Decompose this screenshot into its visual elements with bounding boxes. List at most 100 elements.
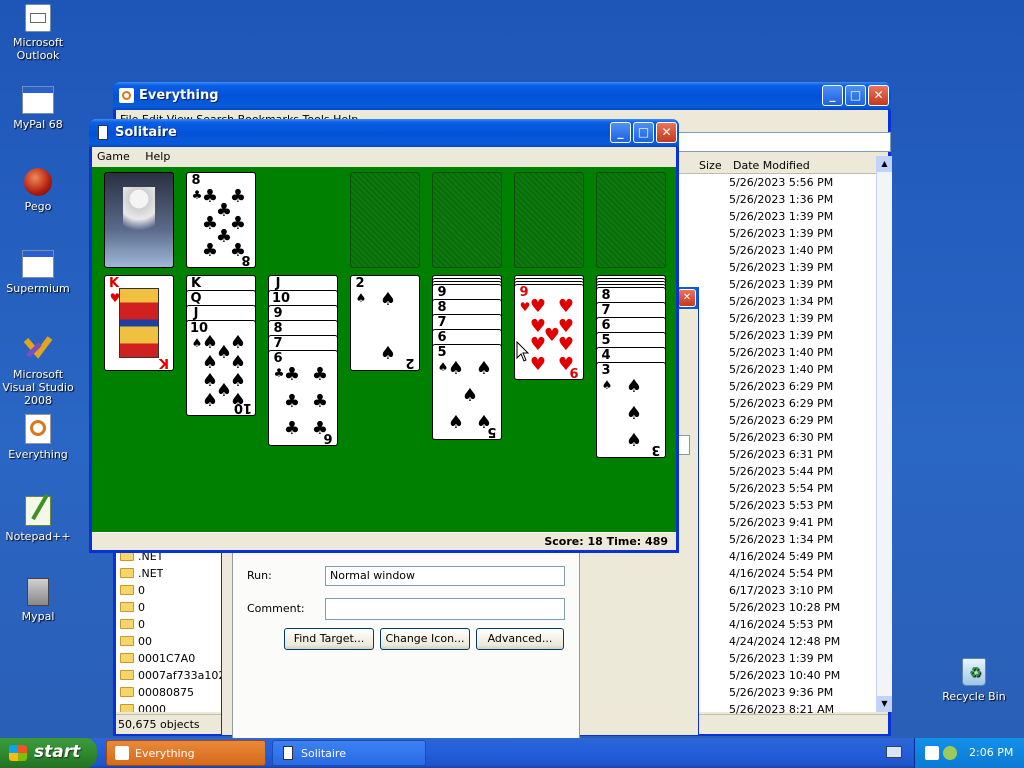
list-row-date[interactable]: 5/26/2023 1:40 PM xyxy=(729,346,833,363)
list-row-date[interactable]: 5/26/2023 1:39 PM xyxy=(729,227,833,244)
list-row-date[interactable]: 5/26/2023 1:39 PM xyxy=(729,278,833,295)
folder-name: 0 xyxy=(138,618,145,631)
column-size[interactable]: Size xyxy=(699,159,722,172)
minimize-button[interactable]: _ xyxy=(610,122,631,143)
desktop-icon-everything[interactable]: Everything xyxy=(0,414,76,461)
list-row-folder[interactable]: 00 xyxy=(120,635,152,652)
foundation-3[interactable] xyxy=(514,172,584,268)
list-row-date[interactable]: 5/26/2023 5:54 PM xyxy=(729,482,833,499)
list-row-date[interactable]: 5/26/2023 5:56 PM xyxy=(729,176,833,193)
folder-list[interactable]: .NET.NET000000001C7A00007af733a102a50008… xyxy=(116,548,224,712)
list-row-date[interactable]: 5/26/2023 9:41 PM xyxy=(729,516,833,533)
list-row-date[interactable]: 5/26/2023 1:34 PM xyxy=(729,533,833,550)
maximize-button[interactable]: □ xyxy=(633,122,654,143)
desktop-icon-notepadpp[interactable]: Notepad++ xyxy=(0,493,76,543)
scroll-down-arrow-icon[interactable]: ▼ xyxy=(877,696,892,712)
list-row-date[interactable]: 5/26/2023 5:44 PM xyxy=(729,465,833,482)
list-row-folder[interactable]: .NET xyxy=(120,567,163,584)
everything-tray-icon[interactable] xyxy=(925,746,939,760)
list-row-date[interactable]: 4/16/2024 5:54 PM xyxy=(729,567,833,584)
folder-name: 0001C7A0 xyxy=(138,652,196,665)
list-row-date[interactable]: 5/26/2023 1:39 PM xyxy=(729,261,833,278)
solitaire-titlebar[interactable]: Solitaire _ □ ✕ xyxy=(89,119,679,147)
desktop-icon-supermium[interactable]: Supermium xyxy=(0,250,76,295)
waste-card[interactable]: 8 ♣ 8 ♣ ♣ ♣ ♣ ♣ ♣ ♣ ♣ xyxy=(186,172,256,268)
list-row-folder[interactable]: 0 xyxy=(120,618,145,635)
run-select[interactable]: Normal window xyxy=(325,566,565,586)
list-row-folder[interactable]: 0 xyxy=(120,584,145,601)
list-row-date[interactable]: 5/26/2023 1:39 PM xyxy=(729,652,833,669)
desktop-icon-outlook[interactable]: Microsoft Outlook xyxy=(0,4,76,62)
network-tray-icon[interactable] xyxy=(943,746,957,760)
clock[interactable]: 2:06 PM xyxy=(969,746,1013,759)
taskbar-item-solitaire[interactable]: Solitaire xyxy=(272,740,426,766)
list-row-date[interactable]: 4/16/2024 5:49 PM xyxy=(729,550,833,567)
taskbar-item-everything[interactable]: Everything xyxy=(106,740,266,766)
list-row-date[interactable]: 6/17/2023 3:10 PM xyxy=(729,584,833,601)
scroll-up-arrow-icon[interactable]: ▲ xyxy=(877,156,892,172)
desktop-icon-mypal68[interactable]: MyPal 68 xyxy=(0,86,76,131)
menu-help[interactable]: Help xyxy=(145,150,170,163)
desktop-icon-pego[interactable]: Pego xyxy=(0,168,76,213)
tableau-card[interactable]: 3 ♠ 3 ♠ ♠ ♠ xyxy=(596,362,666,458)
card-rank-bottom: K xyxy=(158,355,170,370)
keyboard-icon[interactable] xyxy=(886,746,902,758)
suit-pip: ♥ xyxy=(529,354,547,375)
dialog-close-button[interactable]: ✕ xyxy=(678,289,696,307)
column-date-modified[interactable]: Date Modified xyxy=(733,159,810,172)
foundation-1[interactable] xyxy=(350,172,420,268)
list-row-date[interactable]: 5/26/2023 10:28 PM xyxy=(729,601,840,618)
vertical-scrollbar[interactable]: ▲ ▼ xyxy=(876,156,892,712)
list-row-folder[interactable]: 0 xyxy=(120,601,145,618)
list-row-date[interactable]: 4/24/2024 12:48 PM xyxy=(729,635,840,652)
list-row-date[interactable]: 5/26/2023 6:29 PM xyxy=(729,397,833,414)
suit-pip: ♠ xyxy=(447,358,465,379)
folder-icon xyxy=(120,619,134,629)
desktop-icon-mypal[interactable]: Mypal xyxy=(0,578,76,623)
list-row-date[interactable]: 5/26/2023 6:31 PM xyxy=(729,448,833,465)
king-face-art xyxy=(119,288,159,358)
advanced-button[interactable]: Advanced... xyxy=(476,628,564,650)
menu-game[interactable]: Game xyxy=(97,150,130,163)
list-row-date[interactable]: 4/16/2024 5:53 PM xyxy=(729,618,833,635)
tableau-card[interactable]: 10 ♠ 10 ♠ ♠ ♠ ♠ ♠ ♠ ♠ ♠ ♠ ♠ xyxy=(186,320,256,416)
card-suit: ♠ xyxy=(601,378,613,392)
stock-pile[interactable] xyxy=(104,172,174,268)
maximize-button[interactable]: □ xyxy=(845,85,866,106)
tableau-card[interactable]: 9 ♥ 9 ♥ ♥ ♥ ♥ ♥ ♥ ♥ ♥ ♥ xyxy=(514,284,584,380)
list-row-date[interactable]: 5/26/2023 6:29 PM xyxy=(729,414,833,431)
change-icon-button[interactable]: Change Icon... xyxy=(380,628,470,650)
list-row-date[interactable]: 5/26/2023 5:53 PM xyxy=(729,499,833,516)
tableau-card[interactable]: 6 ♣ 6 ♣ ♣ ♣ ♣ ♣ ♣ xyxy=(268,350,338,446)
foundation-2[interactable] xyxy=(432,172,502,268)
list-row-date[interactable]: 5/26/2023 10:40 PM xyxy=(729,669,840,686)
close-button[interactable]: ✕ xyxy=(868,85,889,106)
list-row-folder[interactable]: 0007af733a102a5 xyxy=(120,669,224,686)
start-button[interactable]: start xyxy=(0,738,97,768)
list-row-folder[interactable]: 0001C7A0 xyxy=(120,652,195,669)
desktop-icon-recycle-bin[interactable]: ♻ Recycle Bin xyxy=(936,658,1012,703)
comment-field[interactable] xyxy=(325,598,565,620)
list-row-date[interactable]: 5/26/2023 1:39 PM xyxy=(729,210,833,227)
list-row-date[interactable]: 5/26/2023 1:39 PM xyxy=(729,329,833,346)
tableau-card[interactable]: 2 ♠ 2 ♠ ♠ xyxy=(350,275,420,371)
list-row-folder[interactable]: 0000 xyxy=(120,703,166,712)
list-row-date[interactable]: 5/26/2023 1:39 PM xyxy=(729,312,833,329)
desktop-icon-visual-studio[interactable]: Microsoft Visual Studio 2008 xyxy=(0,332,76,407)
everything-titlebar[interactable]: Everything _ □ ✕ xyxy=(113,82,891,110)
find-target-button[interactable]: Find Target... xyxy=(284,628,374,650)
list-row-date[interactable]: 5/26/2023 6:30 PM xyxy=(729,431,833,448)
list-row-date[interactable]: 5/26/2023 1:34 PM xyxy=(729,295,833,312)
close-button[interactable]: ✕ xyxy=(656,122,677,143)
tableau-card[interactable]: K ♥ K xyxy=(104,275,174,371)
list-row-date[interactable]: 5/26/2023 1:40 PM xyxy=(729,363,833,380)
list-row-date[interactable]: 5/26/2023 1:36 PM xyxy=(729,193,833,210)
list-row-date[interactable]: 5/26/2023 6:29 PM xyxy=(729,380,833,397)
minimize-button[interactable]: _ xyxy=(822,85,843,106)
tableau-card[interactable]: 5 ♠ 5 ♠ ♠ ♠ ♠ ♠ xyxy=(432,344,502,440)
list-row-folder[interactable]: 00080875 xyxy=(120,686,194,703)
card-rank-bottom: 2 xyxy=(405,355,415,370)
list-row-date[interactable]: 5/26/2023 9:36 PM xyxy=(729,686,833,703)
list-row-date[interactable]: 5/26/2023 1:40 PM xyxy=(729,244,833,261)
foundation-4[interactable] xyxy=(596,172,666,268)
